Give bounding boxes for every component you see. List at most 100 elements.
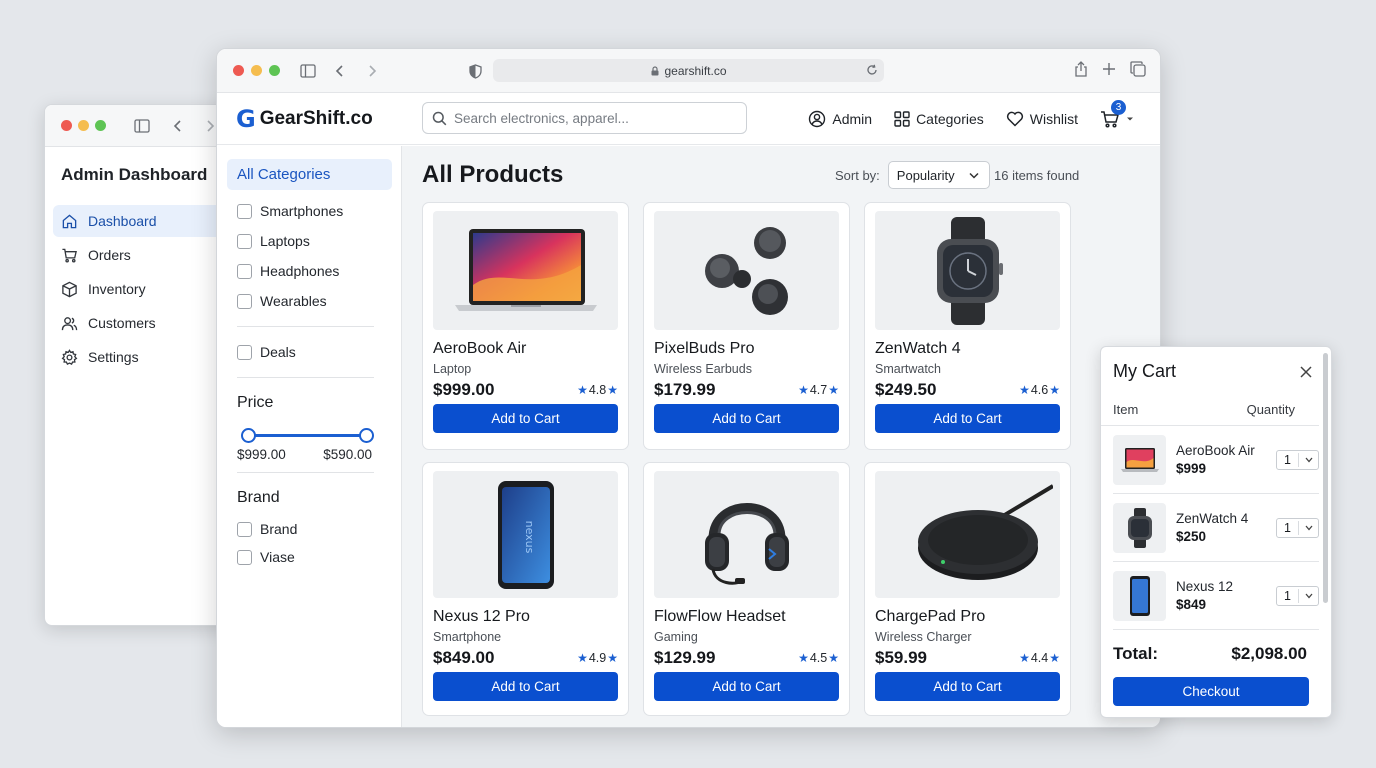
admin-nav-inventory[interactable]: Inventory [53,273,235,305]
store-browser-window: gearshift.co G GearShift.co Admin Catego… [216,48,1161,728]
product-name[interactable]: PixelBuds Pro [654,340,839,358]
search-input[interactable] [454,110,734,126]
checkbox[interactable] [237,263,252,279]
rating-value: 4.9 [588,651,607,665]
slider-max-handle[interactable] [359,428,374,443]
product-name[interactable]: ChargePad Pro [875,608,1060,626]
page-content: All Categories Smartphones Laptops Headp… [217,146,1160,727]
close-icon[interactable] [1299,365,1313,379]
filter-headphones[interactable]: Headphones [237,256,392,286]
product-card[interactable]: FlowFlow Headset Gaming $129.99 ★ 4.5 ★ Ad… [643,462,850,716]
search-box[interactable] [422,102,747,134]
filter-laptops[interactable]: Laptops [237,226,392,256]
maximize-window-button[interactable] [95,120,106,131]
minimize-window-button[interactable] [251,65,262,76]
wireless-charger-image[interactable] [875,471,1060,598]
privacy-shield-icon[interactable] [467,63,483,79]
sort-dropdown[interactable]: Popularity [887,161,990,189]
checkbox[interactable] [237,233,252,249]
add-to-cart-button[interactable]: Add to Cart [433,404,618,433]
close-window-button[interactable] [61,120,72,131]
filter-label: Viase [260,549,295,565]
sidebar-toggle-icon[interactable] [300,63,316,79]
back-icon[interactable] [332,63,348,79]
add-to-cart-button[interactable]: Add to Cart [654,404,839,433]
admin-nav-dashboard[interactable]: Dashboard [53,205,235,237]
headset-image[interactable] [654,471,839,598]
checkbox[interactable] [237,203,252,219]
laptop-image[interactable] [433,211,618,330]
all-categories-button[interactable]: All Categories [227,159,392,190]
address-bar[interactable]: gearshift.co [493,59,884,82]
price-range-slider[interactable] [241,428,374,443]
quantity-value: 1 [1277,589,1299,603]
admin-nav-orders[interactable]: Orders [53,239,235,271]
product-card[interactable]: ChargePad Pro Wireless Charger $59.99 ★ 4… [864,462,1071,716]
cart-total-label: Total: [1113,644,1159,663]
admin-nav-settings[interactable]: Settings [53,341,235,373]
add-to-cart-button[interactable]: Add to Cart [433,672,618,701]
earbuds-image[interactable] [654,211,839,330]
filter-smartphones[interactable]: Smartphones [237,196,392,226]
products-section: All Products Sort by: Popularity 16 item… [422,146,1160,727]
admin-nav-label: Inventory [88,281,146,297]
quantity-select[interactable]: 1 [1276,450,1319,470]
product-price: $849.00 [433,648,495,667]
slider-min-handle[interactable] [241,428,256,443]
share-icon[interactable] [1074,61,1088,82]
deals-filter: Deals [227,337,392,367]
smartphone-image[interactable]: nexus [433,471,618,598]
url-text: gearshift.co [664,63,727,78]
product-name[interactable]: Nexus 12 Pro [433,608,618,626]
product-rating: ★ 4.5 ★ [798,651,839,665]
smartwatch-image[interactable] [875,211,1060,330]
product-name[interactable]: ZenWatch 4 [875,340,1060,358]
cart-button[interactable]: 3 [1100,100,1134,128]
checkout-button[interactable]: Checkout [1113,677,1309,706]
search-icon [432,111,447,125]
filter-label: Headphones [260,263,340,279]
product-card[interactable]: PixelBuds Pro Wireless Earbuds $179.99 ★… [643,202,850,450]
checkbox[interactable] [237,549,252,565]
add-to-cart-button[interactable]: Add to Cart [875,404,1060,433]
add-to-cart-button[interactable]: Add to Cart [654,672,839,701]
add-to-cart-button[interactable]: Add to Cart [875,672,1060,701]
filter-deals[interactable]: Deals [237,337,392,367]
maximize-window-button[interactable] [269,65,280,76]
checkbox[interactable] [237,293,252,309]
forward-icon[interactable] [364,63,380,79]
sidebar-toggle-icon[interactable] [134,118,150,134]
back-icon[interactable] [170,118,186,134]
filter-wearables[interactable]: Wearables [237,286,392,316]
filter-viase[interactable]: Viase [237,543,392,571]
star-icon: ★ [828,651,839,665]
product-card[interactable]: ZenWatch 4 Smartwatch $249.50 ★ 4.6 ★ Add … [864,202,1071,450]
checkbox[interactable] [237,344,252,360]
chevron-down-icon [1305,525,1312,531]
wishlist-link[interactable]: Wishlist [1006,111,1078,127]
cart-column-item: Item [1113,402,1139,417]
star-icon: ★ [577,383,588,397]
checkbox[interactable] [237,521,252,537]
categories-link[interactable]: Categories [894,111,984,127]
chevron-down-icon [1127,117,1133,121]
sort-value: Popularity [896,167,955,183]
product-name[interactable]: AeroBook Air [433,340,618,358]
filter-brand[interactable]: Brand [237,515,392,543]
tab-overview-icon[interactable] [1130,61,1146,82]
product-card[interactable]: AeroBook Air Laptop $999.00 ★ 4.8 ★ Add to… [422,202,629,450]
close-window-button[interactable] [233,65,244,76]
quantity-select[interactable]: 1 [1276,586,1319,606]
product-name[interactable]: FlowFlow Headset [654,608,839,626]
brand-logo[interactable]: G GearShift.co [236,105,373,133]
new-tab-icon[interactable] [1102,61,1116,82]
product-card[interactable]: nexus Nexus 12 Pro Smartphone $849.00 ★ 4… [422,462,629,716]
product-category: Wireless Earbuds [654,362,752,376]
reload-icon[interactable] [866,64,878,76]
cart-scrollbar[interactable] [1323,353,1328,603]
quantity-select[interactable]: 1 [1276,518,1319,538]
minimize-window-button[interactable] [78,120,89,131]
admin-link[interactable]: Admin [808,110,872,128]
divider [237,377,374,378]
admin-nav-customers[interactable]: Customers [53,307,235,339]
